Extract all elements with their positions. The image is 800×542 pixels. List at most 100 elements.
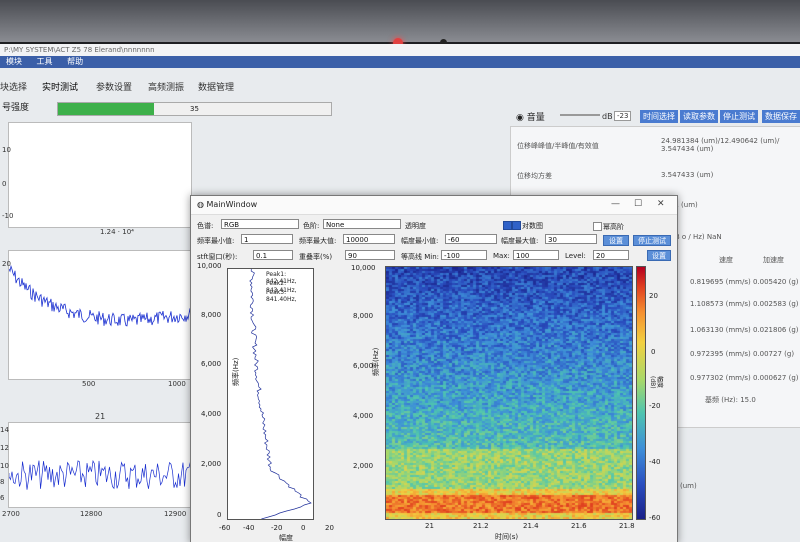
volume-slider[interactable] xyxy=(560,114,600,116)
spec-ytick: 4,000 xyxy=(353,412,374,420)
bottom-plot-xtick: 12900 xyxy=(164,510,187,518)
amp-max-input[interactable]: 30 xyxy=(545,234,597,244)
middle-plot-xtick: 1000 xyxy=(168,380,186,388)
top-plot-ytick: 0 xyxy=(2,180,7,188)
freq-min-label: 频率最小值: xyxy=(197,237,235,245)
overlap-label: 重叠率(%) xyxy=(299,253,333,261)
table-header-accel: 加速度 xyxy=(763,256,784,264)
middle-plot-xtick: 500 xyxy=(82,380,96,388)
contour-min-input[interactable]: -100 xyxy=(441,250,487,260)
middle-plot-svg xyxy=(8,264,192,327)
tab-module-select[interactable]: 块选择 xyxy=(0,80,27,93)
contour-max-input[interactable]: 100 xyxy=(513,250,559,260)
volume-value[interactable]: -23 xyxy=(614,111,632,121)
freq-min-input[interactable]: 1 xyxy=(241,234,293,244)
time-select-button[interactable]: 时间选择 xyxy=(640,110,678,123)
bottom-plot-xtick: 2700 xyxy=(2,510,20,518)
table-row: 1.108573 (mm/s) 0.002583 (g) xyxy=(690,300,799,308)
table-cell: 1.108573 (mm/s) xyxy=(690,300,751,308)
amplitude-spectrum-plot: Peak1: 842.41Hz, Peak2: 843.41Hz, Peak3:… xyxy=(227,268,314,520)
left-ytick: 4,000 xyxy=(201,410,222,418)
left-xlabel: 幅度 xyxy=(279,534,293,542)
stop-test-button[interactable]: 停止测试 xyxy=(720,110,758,123)
table-cell: 0.819695 (mm/s) xyxy=(690,278,751,286)
close-icon[interactable]: ✕ xyxy=(657,199,665,209)
speaker-icon: ◉ xyxy=(516,113,527,123)
window-title: P:\MY SYSTEM\ACT Z5 78 Elerand\nnnnnnn xyxy=(0,44,800,56)
bottom-plot-xtick: 12800 xyxy=(80,510,103,518)
tab-hf-vibration[interactable]: 高频测振 xyxy=(148,80,184,93)
stop-test-button-mw[interactable]: 停止测试 xyxy=(633,235,671,246)
monitor-bezel xyxy=(0,0,800,42)
top-time-plot xyxy=(8,122,192,228)
color2-select[interactable]: None xyxy=(323,219,401,229)
amp-min-input[interactable]: -60 xyxy=(445,234,497,244)
spectrogram-canvas xyxy=(386,267,632,519)
tab-realtime-test[interactable]: 实时测试 xyxy=(42,80,78,93)
cbar-label: 幅度(dB) xyxy=(649,376,663,389)
bottom-plot-ytick: 6 xyxy=(0,494,5,502)
left-ytick: 0 xyxy=(217,511,222,519)
signal-strength-bar: 35 xyxy=(57,102,332,116)
cbar-tick: -20 xyxy=(649,402,661,410)
table-cell: 0.005420 (g) xyxy=(752,278,799,286)
cbar-tick: -40 xyxy=(649,458,661,466)
cbar-tick: 20 xyxy=(649,292,658,300)
menu-item-tools[interactable]: 工具 xyxy=(37,57,53,66)
stft-input[interactable]: 0.1 xyxy=(253,250,293,260)
signal-strength-value: 35 xyxy=(190,105,199,113)
spec-xtick: 21 xyxy=(425,522,434,530)
menu-item-module[interactable]: 模块 xyxy=(6,57,22,66)
color2-label: 色阶: xyxy=(303,222,320,230)
table-cell: 0.021806 (g) xyxy=(752,326,799,334)
contour-max-label: Max: xyxy=(493,252,510,260)
readout-label: 位移均方差 xyxy=(517,172,552,180)
readout-value: 3.547433 (um) xyxy=(661,171,714,179)
main-window: ◍ MainWindow — ☐ ✕ 色谱: RGB 色阶: None 透明度 … xyxy=(190,195,678,542)
middle-plot-line xyxy=(8,264,192,327)
table-row: 0.972395 (mm/s) 0.00727 (g) xyxy=(690,350,794,358)
spec-xlabel: 时间(s) xyxy=(495,533,519,541)
amplitude-spectrum-svg xyxy=(249,268,312,520)
readout-value: 24.981384 (um)/12.490642 (um)/ 3.547434 … xyxy=(661,137,780,153)
level-label: Level: xyxy=(565,252,586,260)
readout-label: 位移峰峰值/半峰值/有效值 xyxy=(517,142,599,150)
minimize-icon[interactable]: — xyxy=(611,199,620,209)
left-ytick: 6,000 xyxy=(201,360,222,368)
apply-button[interactable]: 设置 xyxy=(647,250,671,261)
save-data-button[interactable]: 数据保存 xyxy=(762,110,800,123)
base-frequency: 基频 (Hz): 15.0 xyxy=(705,396,756,404)
left-xtick: -60 xyxy=(219,524,231,532)
bottom-right-unit: (um) xyxy=(680,482,697,490)
contour-min-label: 等高线 Min: xyxy=(401,253,440,261)
table-cell: 1.063130 (mm/s) xyxy=(690,326,751,334)
cbar-tick: -60 xyxy=(649,514,661,522)
freq-max-input[interactable]: 10000 xyxy=(343,234,395,244)
high-order-checkbox[interactable] xyxy=(593,222,602,231)
table-cell: 0.972395 (mm/s) xyxy=(690,350,751,358)
spectrogram-plot xyxy=(385,266,633,520)
tab-data-manage[interactable]: 数据管理 xyxy=(198,80,234,93)
level-input[interactable]: 20 xyxy=(593,250,629,260)
table-header-velocity: 速度 xyxy=(719,256,733,264)
spec-ytick: 10,000 xyxy=(351,264,376,272)
stft-label: stft窗口(秒): xyxy=(197,253,238,261)
colorbar xyxy=(636,266,646,520)
overlap-input[interactable]: 90 xyxy=(345,250,395,260)
read-params-button[interactable]: 读取参数 xyxy=(680,110,718,123)
colormap-select[interactable]: RGB xyxy=(221,219,299,229)
maximize-icon[interactable]: ☐ xyxy=(634,199,642,209)
set-button[interactable]: 设置 xyxy=(603,235,629,246)
menu-item-help[interactable]: 帮助 xyxy=(67,57,83,66)
bottom-plot-svg xyxy=(8,459,191,490)
volume-text: 音量 xyxy=(526,113,545,123)
top-plot-ytick: 10 xyxy=(2,146,11,154)
log-checkbox-2[interactable] xyxy=(512,221,521,230)
log-checkbox[interactable] xyxy=(503,221,512,230)
tab-params[interactable]: 参数设置 xyxy=(96,80,132,93)
amplitude-spectrum-line xyxy=(249,268,312,520)
spec-xtick: 21.6 xyxy=(571,522,587,530)
photo-scene: P:\MY SYSTEM\ACT Z5 78 Elerand\nnnnnnn 模… xyxy=(0,0,800,542)
left-xtick: 20 xyxy=(325,524,334,532)
bottom-plot-ytick: 12 xyxy=(0,444,9,452)
